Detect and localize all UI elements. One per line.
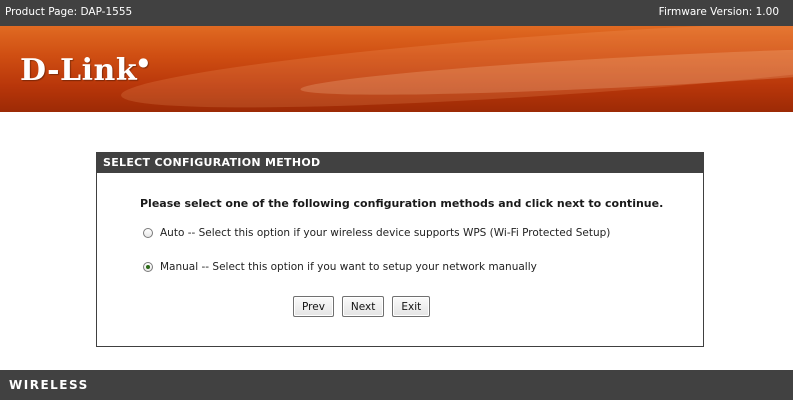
instruction-text: Please select one of the following confi… xyxy=(140,197,664,210)
radio-auto[interactable] xyxy=(143,228,153,238)
prev-button[interactable]: Prev xyxy=(293,296,334,317)
panel-title: SELECT CONFIGURATION METHOD xyxy=(97,153,703,173)
radio-manual[interactable] xyxy=(143,262,153,272)
product-page-label: Product Page: DAP-1555 xyxy=(5,6,133,18)
firmware-version-label: Firmware Version: 1.00 xyxy=(658,6,779,18)
logo-text: D-Link xyxy=(20,53,138,88)
option-manual-label: Manual -- Select this option if you want… xyxy=(160,261,537,273)
option-auto-label: Auto -- Select this option if your wirel… xyxy=(160,227,611,239)
config-method-panel: SELECT CONFIGURATION METHOD Please selec… xyxy=(96,152,704,347)
exit-button[interactable]: Exit xyxy=(392,296,431,317)
footer-label: WIRELESS xyxy=(9,378,89,392)
brand-banner: D-Link● xyxy=(0,26,793,112)
top-bar: Product Page: DAP-1555 Firmware Version:… xyxy=(0,0,793,26)
button-row: Prev Next Exit xyxy=(293,296,431,317)
option-manual[interactable]: Manual -- Select this option if you want… xyxy=(143,261,537,273)
option-auto[interactable]: Auto -- Select this option if your wirel… xyxy=(143,227,610,239)
next-button[interactable]: Next xyxy=(341,296,385,317)
footer-bar: WIRELESS xyxy=(0,370,793,400)
logo-dot-icon: ● xyxy=(138,55,150,69)
dlink-logo: D-Link● xyxy=(20,53,150,88)
